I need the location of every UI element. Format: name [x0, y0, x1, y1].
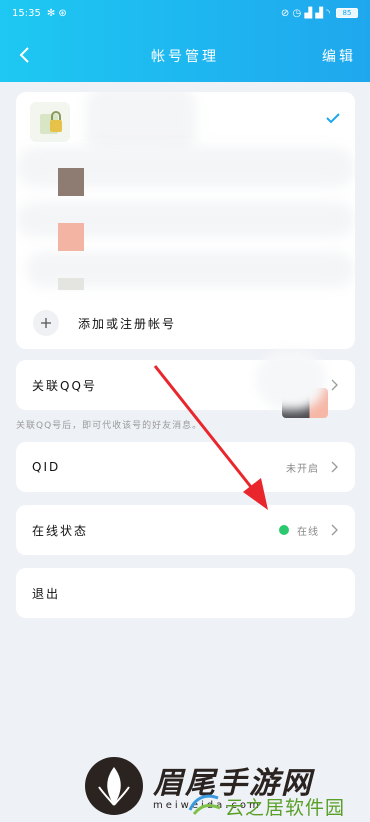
- link-qq-label: 关联QQ号: [32, 378, 97, 393]
- qid-value: 未开启: [286, 463, 319, 475]
- top-bar: 15:35 ✻ ⊛ ⊘ ◷ ▟ ▟ ◝ 85 帐号管理 编辑: [0, 0, 370, 82]
- plus-icon: [33, 310, 59, 336]
- check-icon: [326, 113, 340, 124]
- qid-label: QID: [32, 460, 61, 474]
- online-dot-icon: [279, 525, 289, 535]
- page-title: 帐号管理: [151, 49, 219, 65]
- account-list-card: 添加或注册帐号: [16, 92, 355, 349]
- online-status-value: 在线: [297, 526, 319, 538]
- online-status-row[interactable]: 在线状态 在线: [16, 505, 355, 555]
- link-qq-hint: 关联QQ号后，即可代收该号的好友消息。: [16, 421, 203, 431]
- qid-row[interactable]: QID 未开启: [16, 442, 355, 492]
- blurred-linked-glow: [256, 350, 326, 410]
- online-status-label: 在线状态: [32, 523, 89, 538]
- account-avatar[interactable]: [30, 102, 70, 142]
- watermark-logo-icon: [85, 757, 143, 815]
- chevron-right-icon: [331, 461, 338, 473]
- add-account-button[interactable]: 添加或注册帐号: [16, 298, 355, 348]
- blurred-avatar[interactable]: [58, 168, 84, 196]
- watermark-site-icon: [188, 794, 221, 815]
- chevron-right-icon: [331, 524, 338, 536]
- nav-bar: 帐号管理 编辑: [0, 34, 370, 78]
- blurred-avatar[interactable]: [58, 223, 84, 251]
- status-icons: ⊘ ◷ ▟ ▟ ◝: [280, 7, 330, 19]
- status-time: 15:35: [12, 7, 41, 19]
- logout-row[interactable]: 退出: [16, 568, 355, 618]
- edit-button[interactable]: 编辑: [322, 46, 356, 66]
- battery-icon: 85: [336, 8, 358, 18]
- logout-label: 退出: [32, 586, 61, 601]
- chevron-right-icon: [331, 379, 338, 391]
- notification-icon: ✻ ⊛: [46, 7, 67, 19]
- status-bar: 15:35 ✻ ⊛ ⊘ ◷ ▟ ▟ ◝ 85: [12, 4, 358, 22]
- blurred-avatar[interactable]: [58, 278, 84, 290]
- add-account-label: 添加或注册帐号: [78, 316, 177, 331]
- watermark-site: 云之居软件园: [225, 797, 346, 819]
